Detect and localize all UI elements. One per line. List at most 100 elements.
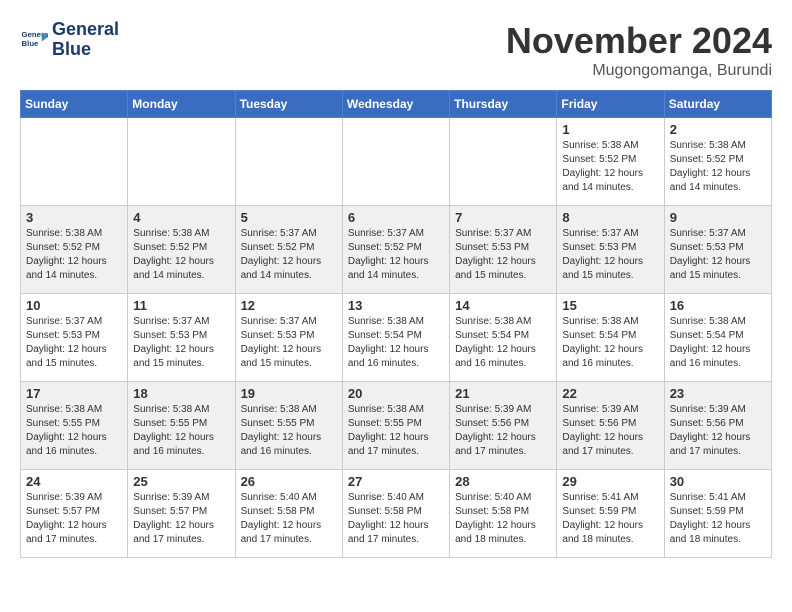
day-number: 18 — [133, 386, 229, 401]
calendar-cell: 1 Sunrise: 5:38 AM Sunset: 5:52 PM Daylig… — [557, 118, 664, 206]
calendar-cell: 19 Sunrise: 5:38 AM Sunset: 5:55 PM Dayli… — [235, 382, 342, 470]
calendar-cell — [128, 118, 235, 206]
day-info: Sunrise: 5:41 AM Sunset: 5:59 PM Dayligh… — [562, 491, 658, 547]
day-number: 23 — [670, 386, 766, 401]
day-info: Sunrise: 5:39 AM Sunset: 5:57 PM Dayligh… — [26, 491, 122, 547]
calendar-cell: 18Sunrise: 5:38 AM Sunset: 5:55 PM Dayli… — [128, 382, 235, 470]
calendar-week-4: 17 Sunrise: 5:38 AM Sunset: 5:55 PM Dayli… — [21, 382, 772, 470]
weekday-header-tuesday: Tuesday — [235, 91, 342, 118]
logo-icon: General Blue — [20, 26, 48, 54]
day-number: 8 — [562, 210, 658, 225]
day-info: Sunrise: 5:38 AM Sunset: 5:52 PM Dayligh… — [670, 139, 766, 195]
day-number: 10 — [26, 298, 122, 313]
calendar-cell — [235, 118, 342, 206]
calendar-cell: 12Sunrise: 5:37 AM Sunset: 5:53 PM Dayli… — [235, 294, 342, 382]
day-info: Sunrise: 5:38 AM Sunset: 5:52 PM Dayligh… — [562, 139, 658, 195]
day-number: 6 — [348, 210, 444, 225]
day-info: Sunrise: 5:38 AM Sunset: 5:55 PM Dayligh… — [241, 403, 337, 459]
calendar-cell: 25 Sunrise: 5:39 AM Sunset: 5:57 PM Dayli… — [128, 470, 235, 558]
day-info: Sunrise: 5:38 AM Sunset: 5:54 PM Dayligh… — [455, 315, 551, 371]
calendar-cell: 16 Sunrise: 5:38 AM Sunset: 5:54 PM Dayli… — [664, 294, 771, 382]
day-number: 28 — [455, 474, 551, 489]
day-number: 3 — [26, 210, 122, 225]
day-number: 17 — [26, 386, 122, 401]
day-info: Sunrise: 5:38 AM Sunset: 5:54 PM Dayligh… — [348, 315, 444, 371]
weekday-header-saturday: Saturday — [664, 91, 771, 118]
calendar-cell: 24 Sunrise: 5:39 AM Sunset: 5:57 PM Dayli… — [21, 470, 128, 558]
day-number: 27 — [348, 474, 444, 489]
day-info: Sunrise: 5:38 AM Sunset: 5:52 PM Dayligh… — [26, 227, 122, 283]
day-number: 29 — [562, 474, 658, 489]
day-number: 19 — [241, 386, 337, 401]
calendar-week-5: 24 Sunrise: 5:39 AM Sunset: 5:57 PM Dayli… — [21, 470, 772, 558]
day-number: 30 — [670, 474, 766, 489]
day-info: Sunrise: 5:37 AM Sunset: 5:52 PM Dayligh… — [348, 227, 444, 283]
calendar-cell — [342, 118, 449, 206]
calendar-cell: 30Sunrise: 5:41 AM Sunset: 5:59 PM Dayli… — [664, 470, 771, 558]
weekday-header-thursday: Thursday — [450, 91, 557, 118]
day-number: 15 — [562, 298, 658, 313]
logo: General Blue General Blue — [20, 20, 119, 60]
calendar-cell: 4 Sunrise: 5:38 AM Sunset: 5:52 PM Daylig… — [128, 206, 235, 294]
calendar-cell: 2 Sunrise: 5:38 AM Sunset: 5:52 PM Daylig… — [664, 118, 771, 206]
day-number: 2 — [670, 122, 766, 137]
calendar-cell: 27 Sunrise: 5:40 AM Sunset: 5:58 PM Dayli… — [342, 470, 449, 558]
day-number: 24 — [26, 474, 122, 489]
day-number: 16 — [670, 298, 766, 313]
day-number: 21 — [455, 386, 551, 401]
calendar-cell: 10Sunrise: 5:37 AM Sunset: 5:53 PM Dayli… — [21, 294, 128, 382]
calendar-week-2: 3 Sunrise: 5:38 AM Sunset: 5:52 PM Daylig… — [21, 206, 772, 294]
weekday-header-monday: Monday — [128, 91, 235, 118]
weekday-header-row: SundayMondayTuesdayWednesdayThursdayFrid… — [21, 91, 772, 118]
day-number: 7 — [455, 210, 551, 225]
calendar-cell: 8Sunrise: 5:37 AM Sunset: 5:53 PM Daylig… — [557, 206, 664, 294]
calendar-cell: 6 Sunrise: 5:37 AM Sunset: 5:52 PM Daylig… — [342, 206, 449, 294]
weekday-header-wednesday: Wednesday — [342, 91, 449, 118]
svg-text:Blue: Blue — [22, 39, 40, 48]
day-info: Sunrise: 5:39 AM Sunset: 5:56 PM Dayligh… — [562, 403, 658, 459]
calendar-cell: 22 Sunrise: 5:39 AM Sunset: 5:56 PM Dayli… — [557, 382, 664, 470]
calendar-cell: 5 Sunrise: 5:37 AM Sunset: 5:52 PM Daylig… — [235, 206, 342, 294]
day-info: Sunrise: 5:39 AM Sunset: 5:56 PM Dayligh… — [455, 403, 551, 459]
calendar-table: SundayMondayTuesdayWednesdayThursdayFrid… — [20, 90, 772, 558]
weekday-header-friday: Friday — [557, 91, 664, 118]
calendar-cell: 29 Sunrise: 5:41 AM Sunset: 5:59 PM Dayli… — [557, 470, 664, 558]
day-info: Sunrise: 5:39 AM Sunset: 5:56 PM Dayligh… — [670, 403, 766, 459]
day-info: Sunrise: 5:37 AM Sunset: 5:52 PM Dayligh… — [241, 227, 337, 283]
calendar-cell: 3 Sunrise: 5:38 AM Sunset: 5:52 PM Daylig… — [21, 206, 128, 294]
calendar-cell: 15 Sunrise: 5:38 AM Sunset: 5:54 PM Dayli… — [557, 294, 664, 382]
calendar-cell: 7 Sunrise: 5:37 AM Sunset: 5:53 PM Daylig… — [450, 206, 557, 294]
calendar-cell: 14Sunrise: 5:38 AM Sunset: 5:54 PM Dayli… — [450, 294, 557, 382]
day-number: 25 — [133, 474, 229, 489]
day-info: Sunrise: 5:40 AM Sunset: 5:58 PM Dayligh… — [455, 491, 551, 547]
day-number: 13 — [348, 298, 444, 313]
day-info: Sunrise: 5:38 AM Sunset: 5:54 PM Dayligh… — [670, 315, 766, 371]
day-info: Sunrise: 5:40 AM Sunset: 5:58 PM Dayligh… — [241, 491, 337, 547]
calendar-cell: 21 Sunrise: 5:39 AM Sunset: 5:56 PM Dayli… — [450, 382, 557, 470]
location-subtitle: Mugongomanga, Burundi — [506, 62, 772, 80]
day-number: 5 — [241, 210, 337, 225]
day-info: Sunrise: 5:37 AM Sunset: 5:53 PM Dayligh… — [133, 315, 229, 371]
calendar-week-1: 1 Sunrise: 5:38 AM Sunset: 5:52 PM Daylig… — [21, 118, 772, 206]
day-info: Sunrise: 5:39 AM Sunset: 5:57 PM Dayligh… — [133, 491, 229, 547]
calendar-cell — [21, 118, 128, 206]
day-number: 4 — [133, 210, 229, 225]
day-number: 20 — [348, 386, 444, 401]
day-number: 1 — [562, 122, 658, 137]
day-number: 22 — [562, 386, 658, 401]
day-number: 9 — [670, 210, 766, 225]
calendar-cell: 11 Sunrise: 5:37 AM Sunset: 5:53 PM Dayli… — [128, 294, 235, 382]
day-number: 11 — [133, 298, 229, 313]
calendar-cell: 9 Sunrise: 5:37 AM Sunset: 5:53 PM Daylig… — [664, 206, 771, 294]
day-number: 12 — [241, 298, 337, 313]
day-info: Sunrise: 5:40 AM Sunset: 5:58 PM Dayligh… — [348, 491, 444, 547]
day-info: Sunrise: 5:38 AM Sunset: 5:52 PM Dayligh… — [133, 227, 229, 283]
month-title: November 2024 — [506, 20, 772, 62]
day-info: Sunrise: 5:37 AM Sunset: 5:53 PM Dayligh… — [455, 227, 551, 283]
calendar-week-3: 10 Sunrise: 5:37 AM Sunset: 5:53 PM Dayli… — [21, 294, 772, 382]
day-info: Sunrise: 5:38 AM Sunset: 5:54 PM Dayligh… — [562, 315, 658, 371]
weekday-header-sunday: Sunday — [21, 91, 128, 118]
day-info: Sunrise: 5:37 AM Sunset: 5:53 PM Dayligh… — [670, 227, 766, 283]
calendar-cell: 20Sunrise: 5:38 AM Sunset: 5:55 PM Dayli… — [342, 382, 449, 470]
calendar-cell: 17Sunrise: 5:38 AM Sunset: 5:55 PM Dayli… — [21, 382, 128, 470]
